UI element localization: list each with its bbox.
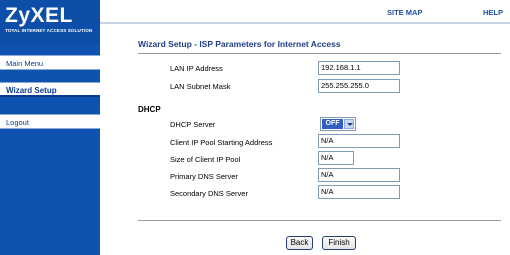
dhcp-server-value: OFF <box>322 119 343 129</box>
sidebar-item-main-menu[interactable]: Main Menu <box>0 55 100 70</box>
sidebar-item-logout[interactable]: Logout <box>0 114 100 129</box>
page-title: Wizard Setup - ISP Parameters for Intern… <box>138 39 341 49</box>
title-divider <box>138 53 501 54</box>
chevron-down-icon[interactable] <box>344 119 354 129</box>
site-map-link[interactable]: SITE MAP <box>387 8 422 17</box>
dhcp-section-label: DHCP <box>138 105 161 114</box>
dhcp-server-label: DHCP Server <box>170 120 216 129</box>
secondary-dns-label: Secondary DNS Server <box>170 189 248 198</box>
lan-ip-field[interactable]: 192.168.1.1 <box>318 61 400 75</box>
footer-divider <box>138 220 501 221</box>
lan-subnet-mask-field[interactable]: 255.255.255.0 <box>318 79 400 93</box>
help-link[interactable]: HELP <box>483 8 503 17</box>
logo-wordmark: ZyXEL <box>5 4 73 27</box>
back-button[interactable]: Back <box>286 236 313 250</box>
lan-subnet-mask-label: LAN Subnet Mask <box>170 82 231 91</box>
pool-size-label: Size of Client IP Pool <box>170 155 241 164</box>
pool-size-field[interactable]: N/A <box>318 151 354 165</box>
sidebar: ZyXEL TOTAL INTERNET ACCESS SOLUTION Mai… <box>0 0 100 255</box>
sidebar-item-wizard-setup[interactable]: Wizard Setup <box>0 82 100 97</box>
top-bar-divider <box>100 22 510 24</box>
finish-button[interactable]: Finish <box>322 236 356 250</box>
pool-start-label: Client IP Pool Starting Address <box>170 138 273 147</box>
logo: ZyXEL TOTAL INTERNET ACCESS SOLUTION <box>0 0 100 44</box>
pool-start-field[interactable]: N/A <box>318 134 400 148</box>
top-bar: SITE MAP HELP <box>100 0 510 22</box>
secondary-dns-field[interactable]: N/A <box>318 185 400 199</box>
primary-dns-field[interactable]: N/A <box>318 168 400 182</box>
primary-dns-label: Primary DNS Server <box>170 172 238 181</box>
dhcp-server-select[interactable]: OFF <box>320 117 356 131</box>
lan-ip-label: LAN IP Address <box>170 64 223 73</box>
logo-tagline: TOTAL INTERNET ACCESS SOLUTION <box>5 28 93 33</box>
